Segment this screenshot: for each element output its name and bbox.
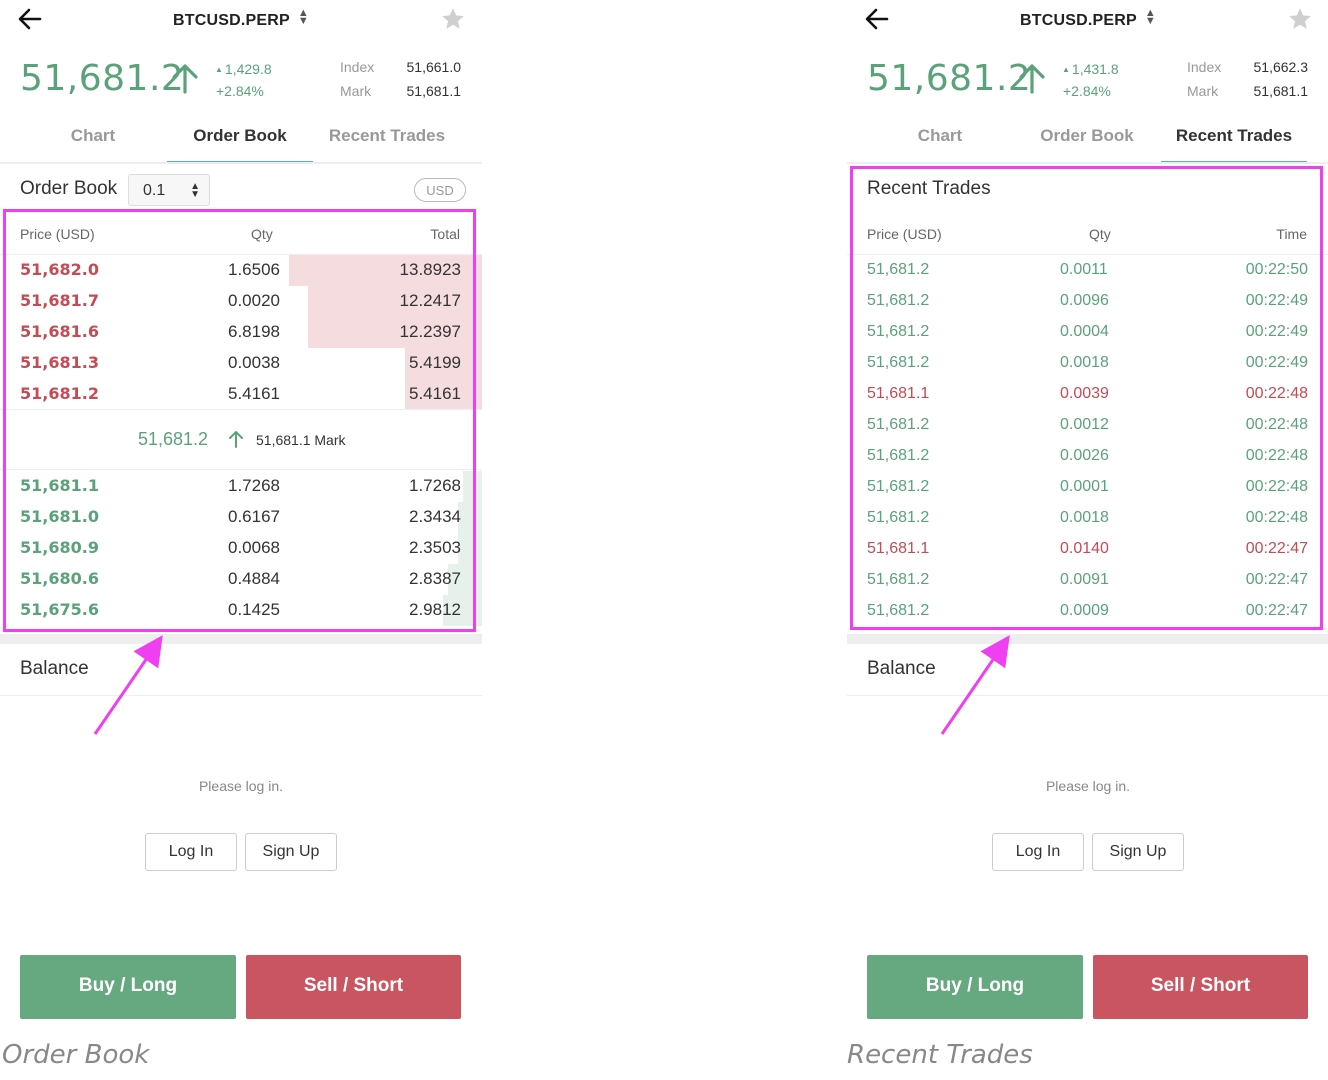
balance-title: Balance — [20, 658, 89, 679]
buy-long-button[interactable]: Buy / Long — [20, 955, 236, 1019]
last-price: 51,681.2 — [20, 58, 185, 99]
mark-label: Mark — [340, 83, 372, 99]
header: BTCUSD.PERP ▲ ▼ — [0, 0, 482, 38]
recent-trades-highlight-box — [850, 166, 1323, 630]
header: BTCUSD.PERP ▲ ▼ — [847, 0, 1328, 38]
symbol-label: BTCUSD.PERP — [1020, 12, 1137, 29]
divider — [847, 695, 1328, 696]
section-title: Order Book — [20, 178, 118, 199]
index-label: Index — [340, 59, 375, 75]
mark-value: 51,681.1 — [1253, 83, 1309, 99]
symbol-label: BTCUSD.PERP — [173, 12, 290, 29]
buy-long-button[interactable]: Buy / Long — [867, 955, 1083, 1019]
precision-value: 0.1 — [143, 182, 166, 199]
balance-title: Balance — [867, 658, 936, 679]
price-up-arrow-icon — [1019, 64, 1045, 94]
log-in-button[interactable]: Log In — [145, 833, 237, 871]
caption-recent-trades: Recent Trades — [847, 1040, 1033, 1070]
sort-updown-icon: ▲ ▼ — [297, 7, 309, 27]
favorite-star-icon[interactable] — [440, 6, 466, 32]
precision-select[interactable]: 0.1 ▲ ▼ — [128, 174, 210, 206]
tab-divider — [847, 162, 1328, 164]
sort-updown-icon: ▲ ▼ — [1144, 7, 1156, 27]
tab-bar: Chart Order Book Recent Trades — [20, 114, 460, 164]
sign-up-button[interactable]: Sign Up — [1092, 833, 1184, 871]
mark-label: Mark — [1187, 83, 1219, 99]
section-separator — [847, 634, 1328, 644]
index-label: Index — [1187, 59, 1222, 75]
index-value: 51,661.0 — [406, 59, 462, 75]
change-absolute: 1,431.8 — [1062, 61, 1119, 77]
sign-up-button[interactable]: Sign Up — [245, 833, 337, 871]
price-up-arrow-icon — [172, 64, 198, 94]
favorite-star-icon[interactable] — [1287, 6, 1313, 32]
order-book-highlight-box — [3, 209, 476, 632]
divider — [0, 695, 482, 696]
index-value: 51,662.3 — [1253, 59, 1309, 75]
sort-updown-icon: ▲ ▼ — [190, 181, 200, 200]
change-percent: +2.84% — [1063, 83, 1111, 99]
symbol-selector[interactable]: BTCUSD.PERP ▲ ▼ — [0, 7, 482, 30]
tab-chart[interactable]: Chart — [867, 114, 1013, 164]
mark-value: 51,681.1 — [406, 83, 462, 99]
symbol-selector[interactable]: BTCUSD.PERP ▲ ▼ — [847, 7, 1328, 30]
caption-order-book: Order Book — [2, 1040, 150, 1070]
login-message: Please log in. — [198, 778, 284, 794]
log-in-button[interactable]: Log In — [992, 833, 1084, 871]
tab-order-book[interactable]: Order Book — [167, 114, 313, 164]
currency-toggle[interactable]: USD — [414, 178, 466, 202]
login-message: Please log in. — [1045, 778, 1131, 794]
tab-recent-trades[interactable]: Recent Trades — [314, 114, 460, 164]
change-absolute: 1,429.8 — [215, 61, 272, 77]
sell-short-button[interactable]: Sell / Short — [246, 955, 461, 1019]
section-separator — [0, 634, 482, 644]
tab-chart[interactable]: Chart — [20, 114, 166, 164]
last-price: 51,681.2 — [867, 58, 1032, 99]
tab-recent-trades[interactable]: Recent Trades — [1161, 114, 1307, 164]
change-percent: +2.84% — [216, 83, 264, 99]
sell-short-button[interactable]: Sell / Short — [1093, 955, 1308, 1019]
tab-order-book[interactable]: Order Book — [1014, 114, 1160, 164]
tab-bar: Chart Order Book Recent Trades — [867, 114, 1307, 164]
tab-divider — [0, 162, 482, 164]
